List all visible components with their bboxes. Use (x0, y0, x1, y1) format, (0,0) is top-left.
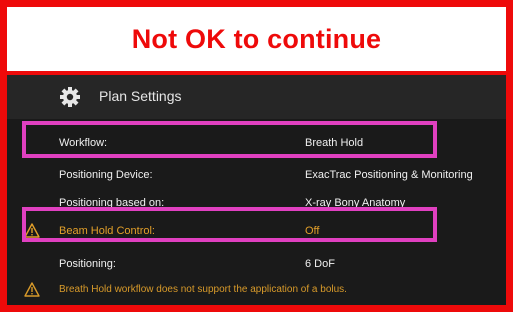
setting-value: ExacTrac Positioning & Monitoring (305, 169, 473, 181)
setting-value: 6 DoF (305, 258, 335, 270)
plan-settings-panel: Plan Settings Workflow: Breath Hold Posi… (7, 75, 506, 305)
page-title: Plan Settings (99, 88, 182, 104)
setting-label: Positioning Device: (59, 169, 153, 181)
bolus-warning-message: Breath Hold workflow does not support th… (7, 280, 506, 300)
panel-header: Plan Settings (7, 75, 506, 119)
highlight-beam-hold-control (22, 207, 437, 242)
setting-row-positioning-device: Positioning Device: ExacTrac Positioning… (7, 166, 506, 186)
highlight-workflow (22, 121, 437, 158)
setting-row-positioning: Positioning: 6 DoF (7, 255, 506, 275)
warning-icon (24, 282, 40, 297)
setting-label: Positioning: (59, 258, 116, 270)
status-banner-text: Not OK to continue (131, 23, 382, 54)
warning-message-text: Breath Hold workflow does not support th… (59, 284, 347, 295)
gear-icon (59, 86, 81, 108)
status-banner: Not OK to continue (7, 7, 506, 75)
